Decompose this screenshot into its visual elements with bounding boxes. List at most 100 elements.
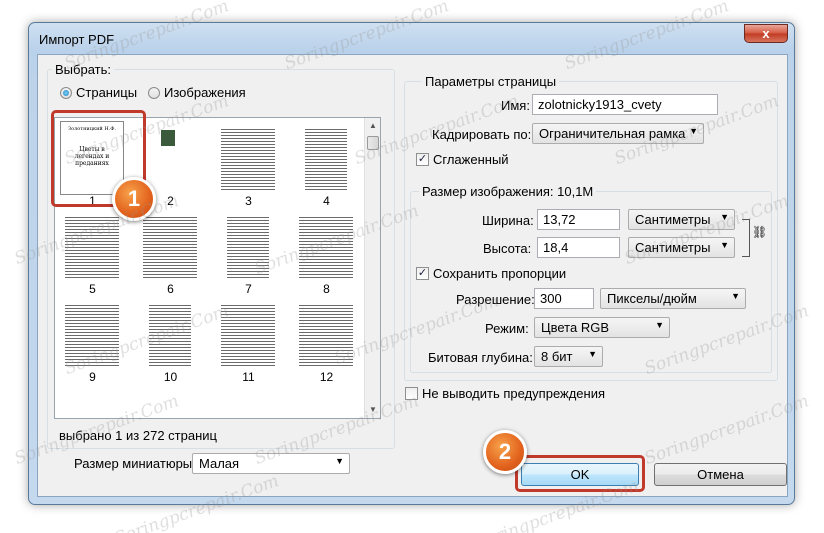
page-preview xyxy=(61,210,123,282)
bitdepth-select[interactable]: 8 бит ▼ xyxy=(534,346,603,367)
pdf-import-dialog: Импорт PDF x Выбрать: Страницы Изображен… xyxy=(28,22,795,505)
chevron-down-icon: ▼ xyxy=(720,212,729,222)
page-preview xyxy=(295,210,357,282)
page-text-lines xyxy=(221,304,275,366)
smoothed-label: Сглаженный xyxy=(433,152,509,167)
height-unit-select[interactable]: Сантиметры ▼ xyxy=(628,237,735,258)
select-group-label: Выбрать: xyxy=(52,62,114,77)
chevron-down-icon: ▼ xyxy=(588,349,597,359)
page-preview xyxy=(217,122,279,194)
page-text-lines xyxy=(299,216,353,278)
page-text-lines xyxy=(227,216,269,278)
chevron-down-icon: ▼ xyxy=(689,126,698,136)
page-text-lines xyxy=(221,128,275,190)
thumbnail-scrollbar[interactable]: ▲ ▼ xyxy=(364,118,380,418)
image-size-label: Размер изображения: 10,1M xyxy=(419,184,597,199)
crop-label: Кадрировать по: xyxy=(432,127,532,142)
thumbnail-page[interactable]: 4 xyxy=(289,118,364,208)
radio-images-dot[interactable] xyxy=(148,86,160,99)
step-2-badge: 2 xyxy=(483,430,527,474)
height-label: Высота: xyxy=(483,241,532,256)
page-preview xyxy=(139,298,201,370)
resolution-unit-value: Пикселы/дюйм xyxy=(607,291,697,306)
page-preview xyxy=(217,298,279,370)
radio-pages[interactable]: Страницы xyxy=(60,85,137,100)
annotation-frame-ok xyxy=(515,455,645,492)
page-text-lines xyxy=(65,304,119,366)
name-label: Имя: xyxy=(501,98,530,113)
page-number: 10 xyxy=(163,370,178,384)
page-image xyxy=(161,130,175,146)
mode-value: Цвета RGB xyxy=(541,320,609,335)
thumb-size-select[interactable]: Малая ▼ xyxy=(192,453,350,474)
thumbnail-page[interactable]: 3 xyxy=(211,118,286,208)
link-icon: ⛓ xyxy=(752,225,768,239)
resolution-field[interactable]: 300 xyxy=(534,288,594,309)
check-icon[interactable]: ✓ xyxy=(416,267,429,280)
cancel-button[interactable]: Отмена xyxy=(654,463,787,486)
page-preview xyxy=(295,298,357,370)
chevron-down-icon: ▼ xyxy=(335,456,344,466)
smoothed-checkbox[interactable]: ✓ Сглаженный xyxy=(416,152,509,167)
crop-select[interactable]: Ограничительная рамка ▼ xyxy=(532,123,704,144)
radio-images[interactable]: Изображения xyxy=(148,85,246,100)
thumbnail-page[interactable]: 12 xyxy=(289,294,364,384)
proportion-bracket xyxy=(742,219,750,257)
checkbox-box[interactable] xyxy=(405,387,418,400)
height-field[interactable]: 18,4 xyxy=(537,237,620,258)
selection-status: выбрано 1 из 272 страниц xyxy=(59,428,217,443)
thumbnail-page[interactable]: 9 xyxy=(55,294,130,384)
suppress-warnings-checkbox[interactable]: Не выводить предупреждения xyxy=(405,386,605,401)
thumbnail-page[interactable]: 7 xyxy=(211,206,286,296)
thumbnail-page[interactable]: 5 xyxy=(55,206,130,296)
step-1-badge: 1 xyxy=(112,177,156,221)
thumbnail-page[interactable]: 6 xyxy=(133,206,208,296)
name-field[interactable]: zolotnicky1913_cvety xyxy=(532,94,718,115)
thumbnail-page[interactable]: 11 xyxy=(211,294,286,384)
suppress-warnings-label: Не выводить предупреждения xyxy=(422,386,606,401)
width-field[interactable]: 13,72 xyxy=(537,209,620,230)
chevron-down-icon: ▼ xyxy=(655,320,664,330)
page-preview xyxy=(139,210,201,282)
page-preview xyxy=(217,210,279,282)
page-text-lines xyxy=(143,216,197,278)
crop-value: Ограничительная рамка xyxy=(539,126,686,141)
radio-pages-label: Страницы xyxy=(76,85,138,100)
thumbnail-page[interactable]: 8 xyxy=(289,206,364,296)
page-preview xyxy=(61,298,123,370)
radio-images-label: Изображения xyxy=(164,85,246,100)
page-number: 11 xyxy=(242,370,255,384)
radio-pages-dot[interactable] xyxy=(60,86,72,99)
scroll-down-icon[interactable]: ▼ xyxy=(365,402,380,418)
width-label: Ширина: xyxy=(482,213,534,228)
width-unit-select[interactable]: Сантиметры ▼ xyxy=(628,209,735,230)
thumb-size-value: Малая xyxy=(199,456,240,471)
page-params-label: Параметры страницы xyxy=(422,74,560,89)
mode-select[interactable]: Цвета RGB ▼ xyxy=(534,317,670,338)
bitdepth-value: 8 бит xyxy=(541,349,573,364)
thumbnail-page[interactable]: 10 xyxy=(133,294,208,384)
window-title: Импорт PDF xyxy=(39,32,115,47)
mode-label: Режим: xyxy=(485,321,529,336)
page-text-lines xyxy=(299,304,353,366)
page-preview xyxy=(295,122,357,194)
page-text-lines xyxy=(65,216,119,278)
close-button[interactable]: x xyxy=(744,24,788,43)
page-number: 12 xyxy=(319,370,334,384)
check-icon[interactable]: ✓ xyxy=(416,153,429,166)
height-unit-value: Сантиметры xyxy=(635,240,711,255)
scroll-thumb[interactable] xyxy=(367,136,379,150)
thumb-size-label: Размер миниатюры: xyxy=(74,456,196,471)
resolution-unit-select[interactable]: Пикселы/дюйм ▼ xyxy=(600,288,746,309)
constrain-label: Сохранить пропорции xyxy=(433,266,567,281)
page-text-lines xyxy=(305,128,347,190)
page-text-lines xyxy=(149,304,191,366)
bitdepth-label: Битовая глубина: xyxy=(428,350,533,365)
constrain-checkbox[interactable]: ✓ Сохранить пропорции xyxy=(416,266,566,281)
page-number: 9 xyxy=(89,370,96,384)
title-bar[interactable]: Импорт PDF x xyxy=(29,23,794,53)
resolution-label: Разрешение: xyxy=(456,292,535,307)
chevron-down-icon: ▼ xyxy=(731,291,740,301)
width-unit-value: Сантиметры xyxy=(635,212,711,227)
scroll-up-icon[interactable]: ▲ xyxy=(365,118,380,134)
